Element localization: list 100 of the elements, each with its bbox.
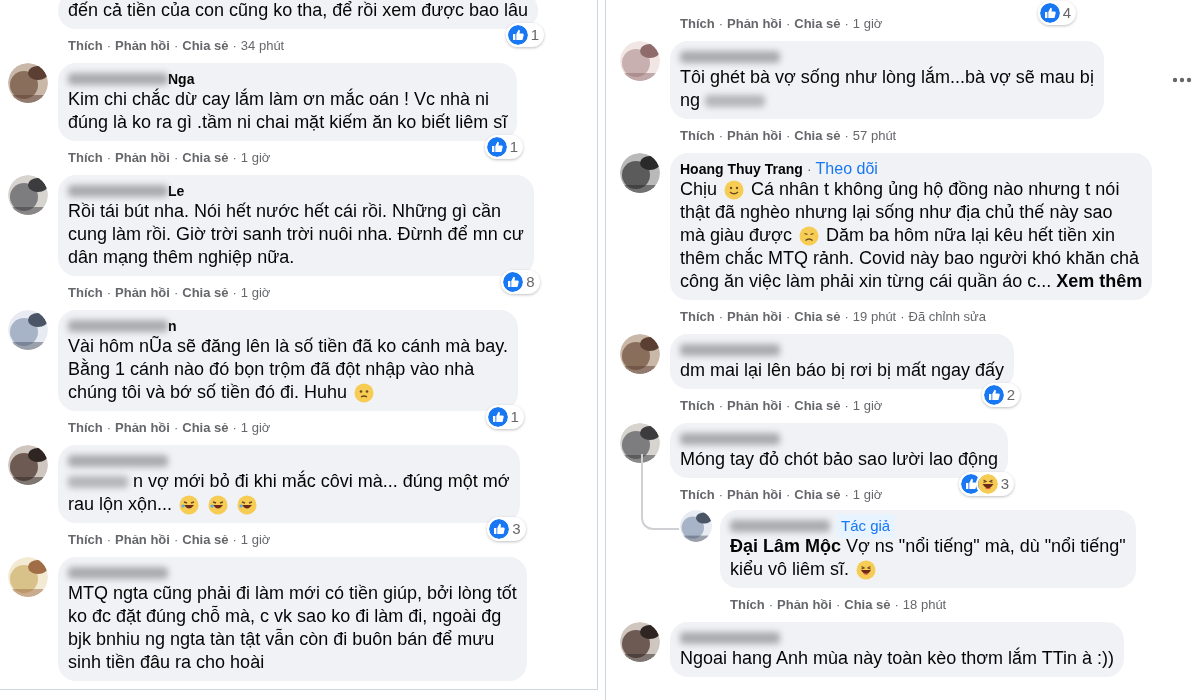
separator-dot: · xyxy=(173,37,179,56)
separator-dot: · xyxy=(106,531,111,550)
comment-text: cung làm rồi. Giờ trời sanh trời nuôi nha. Đừnh để mn cư xyxy=(68,223,524,246)
separator-dot: · xyxy=(232,531,237,550)
share-link[interactable]: Chia sẻ xyxy=(794,14,841,34)
separator-dot: · xyxy=(718,15,723,34)
comment-text: Tôi ghét bà vợ sống như lòng lắm...bà vợ sẽ mau bị xyxy=(680,66,1094,89)
like-link[interactable]: Thích xyxy=(680,485,715,505)
separator-dot: · xyxy=(785,308,791,327)
reaction-count: 3 xyxy=(1000,473,1010,494)
comment-text: bjk bnhiu ng ngta tàn tật vẫn còn đi buôn bán để mưu xyxy=(68,628,495,651)
reaction-count: 1 xyxy=(510,406,519,427)
comment-text: n vợ mới bỏ đi khi mắc côvi mà... đúng một mớ xyxy=(133,470,510,493)
like-link[interactable]: Thích xyxy=(68,36,103,56)
reaction-count: 3 xyxy=(512,518,521,539)
commenter-name[interactable]: Nga xyxy=(168,68,195,90)
separator-dot: · xyxy=(718,127,723,146)
comment-text: Rồi tái bút nha. Nói hết nước hết cái rồi. Những gì cần xyxy=(68,200,502,223)
separator-dot: · xyxy=(173,149,179,168)
separator-dot: · xyxy=(844,308,849,327)
comment-text: đúng là ko ra gì .tầm ni chai mặt kiếm ăn ko biết liêm sĩ xyxy=(68,111,508,134)
share-link[interactable]: Chia sẻ xyxy=(844,595,891,615)
comment-text: sinh tiền đâu ra cho hoài xyxy=(68,651,265,674)
commenter-name[interactable]: Hoang Thuy Trang xyxy=(680,158,803,180)
timestamp: 19 phút xyxy=(852,308,897,327)
separator-dot: · xyxy=(106,37,111,56)
reply-link[interactable]: Phản hồi xyxy=(115,36,170,56)
commenter-name[interactable]: n xyxy=(168,315,177,337)
reply-link[interactable]: Phản hồi xyxy=(115,283,170,303)
share-link[interactable]: Chia sẻ xyxy=(794,307,841,327)
timestamp: 34 phút xyxy=(240,37,285,56)
separator-dot: · xyxy=(785,15,791,34)
comment-text: đến cả tiền của con cũng ko tha, để rồi xem được bao lâu xyxy=(68,0,529,22)
reply-link[interactable]: Phản hồi xyxy=(777,595,832,615)
follow-link[interactable]: Theo dõi xyxy=(815,157,878,181)
like-link[interactable]: Thích xyxy=(680,307,715,327)
reply-link[interactable]: Phản hồi xyxy=(727,307,782,327)
timestamp: 1 giờ xyxy=(240,419,271,438)
timestamp: 1 giờ xyxy=(852,397,883,416)
separator-dot: · xyxy=(768,596,773,615)
separator-dot: · xyxy=(106,284,111,303)
reaction-count: 1 xyxy=(530,24,540,45)
like-link[interactable]: Thích xyxy=(68,530,103,550)
reply-link[interactable]: Phản hồi xyxy=(727,485,782,505)
separator-dot: · xyxy=(718,308,723,327)
separator-dot: · xyxy=(232,284,237,303)
separator-dot: · xyxy=(718,486,723,505)
separator-dot: · xyxy=(232,149,237,168)
reply-link[interactable]: Phản hồi xyxy=(115,148,170,168)
separator-dot: · xyxy=(835,596,841,615)
reply-link[interactable]: Phản hồi xyxy=(727,126,782,146)
like-link[interactable]: Thích xyxy=(680,126,715,146)
comment-text: MTQ ngta cũng phải đi làm mới có tiền giúp, bởi lòng tốt xyxy=(68,582,517,605)
share-link[interactable]: Chia sẻ xyxy=(182,36,229,56)
separator-dot: · xyxy=(718,397,723,416)
timestamp: 1 giờ xyxy=(852,486,883,505)
like-link[interactable]: Thích xyxy=(730,595,765,615)
share-link[interactable]: Chia sẻ xyxy=(182,148,229,168)
separator-dot: · xyxy=(900,308,905,327)
share-link[interactable]: Chia sẻ xyxy=(794,396,841,416)
like-link[interactable]: Thích xyxy=(680,396,715,416)
like-link[interactable]: Thích xyxy=(68,148,103,168)
see-more-link[interactable]: Xem thêm xyxy=(1056,270,1143,293)
separator-dot: · xyxy=(785,486,791,505)
comment-text: thật đã nghèo nhưng lại sống như địa chủ thế này sao xyxy=(680,201,1113,224)
edited-label: Đã chỉnh sửa xyxy=(908,308,986,327)
share-link[interactable]: Chia sẻ xyxy=(794,126,841,146)
reply-link[interactable]: Phản hồi xyxy=(115,530,170,550)
separator-dot: · xyxy=(785,127,791,146)
reply-link[interactable]: Phản hồi xyxy=(727,14,782,34)
timestamp: 18 phút xyxy=(902,596,947,615)
comment-text: rau lộn xộn... xyxy=(68,493,173,516)
share-link[interactable]: Chia sẻ xyxy=(182,283,229,303)
comment-text: mà giàu được xyxy=(680,224,792,247)
comment-text: dân mạng thêm nghiệp nữa. xyxy=(68,246,295,269)
reaction-count: 2 xyxy=(1006,384,1015,405)
comment-text: ng xyxy=(680,89,701,112)
separator-dot: · xyxy=(232,419,237,438)
like-link[interactable]: Thích xyxy=(68,418,103,438)
reply-link[interactable]: Phản hồi xyxy=(727,396,782,416)
reaction-count: 8 xyxy=(526,271,535,292)
separator-dot: · xyxy=(844,486,849,505)
commenter-name[interactable]: Le xyxy=(168,180,185,202)
reply-link[interactable]: Phản hồi xyxy=(115,418,170,438)
separator-dot: · xyxy=(844,127,849,146)
separator-dot: · xyxy=(806,159,812,179)
comment-text: thêm chắc MTQ rảnh. Covid này bao người khó khăn chả xyxy=(680,247,1140,270)
like-link[interactable]: Thích xyxy=(680,14,715,34)
share-link[interactable]: Chia sẻ xyxy=(182,530,229,550)
comment-text: Chịu xyxy=(680,178,718,201)
reaction-count: 4 xyxy=(1062,2,1071,23)
comment-text: Ngoai hang Anh mùa này toàn kèo thơm lắm TTin à :)) xyxy=(680,647,1115,670)
comment-text: Kim chi chắc dừ cay lắm làm ơn mắc oán ! Vc nhà ni xyxy=(68,88,490,111)
comment-text: Dăm ba hôm nữa lại kêu hết tiền xin xyxy=(825,224,1116,247)
like-link[interactable]: Thích xyxy=(68,283,103,303)
separator-dot: · xyxy=(232,37,237,56)
comment-text: ko đc đặt đúng chỗ mà, c vk sao ko đi làm đi, ngoài đg xyxy=(68,605,502,628)
share-link[interactable]: Chia sẻ xyxy=(182,418,229,438)
separator-dot: · xyxy=(894,596,899,615)
share-link[interactable]: Chia sẻ xyxy=(794,485,841,505)
